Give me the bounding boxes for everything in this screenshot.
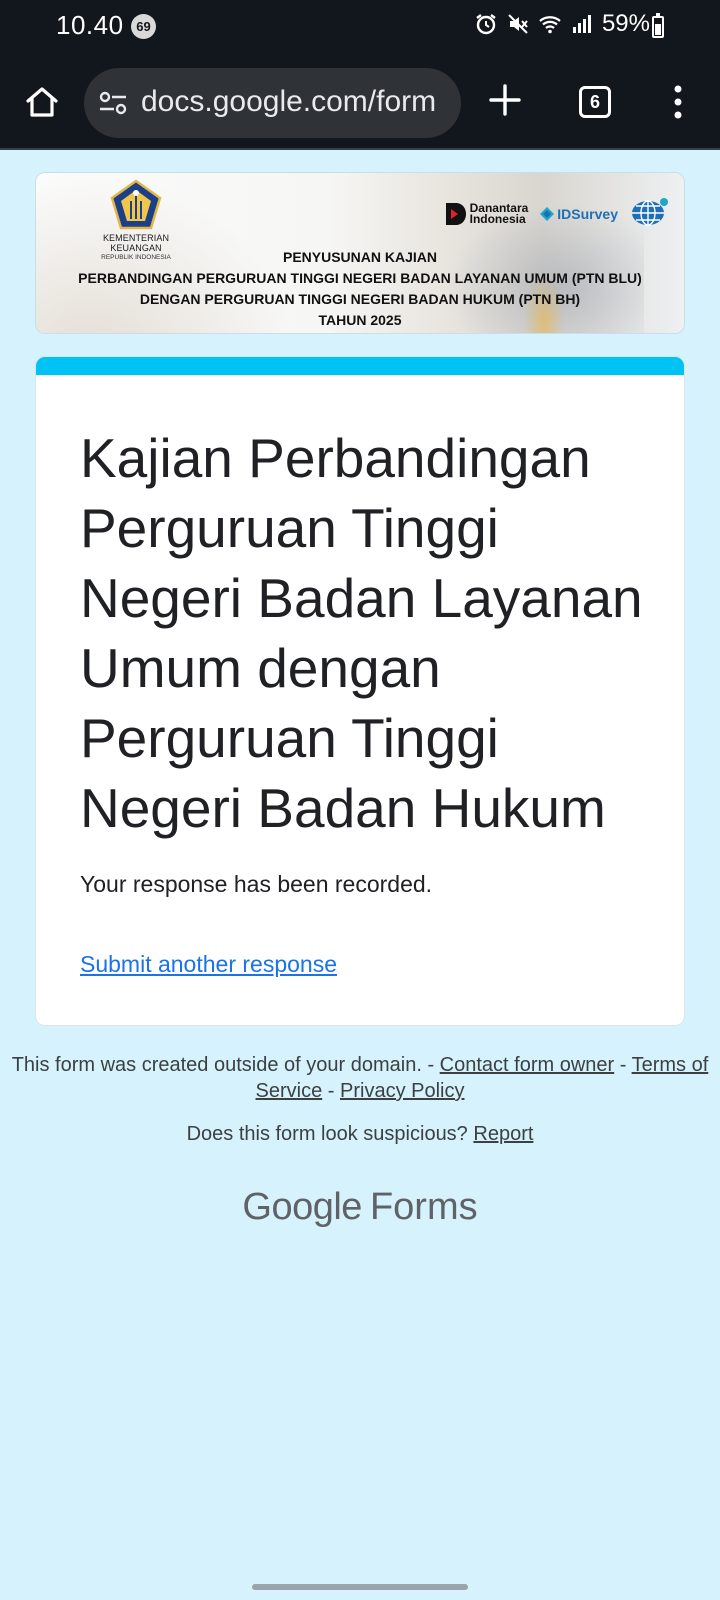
mute-icon xyxy=(508,14,528,34)
status-bar: 10.40 69 59% xyxy=(0,0,720,52)
battery-percent: 59% xyxy=(601,10,650,37)
status-time: 10.40 xyxy=(56,10,124,40)
battery-icon xyxy=(652,13,664,38)
danantara-logo: Danantara Indonesia xyxy=(445,202,528,226)
browser-toolbar: docs.google.com/form 6 xyxy=(0,52,720,150)
partner-logos: Danantara Indonesia IDSurvey xyxy=(445,197,670,231)
report-link[interactable]: Report xyxy=(473,1123,533,1145)
card-accent-bar xyxy=(36,357,684,375)
contact-owner-link[interactable]: Contact form owner xyxy=(440,1054,615,1076)
footer-separator: - xyxy=(322,1080,340,1102)
created-outside-text: This form was created outside of your do… xyxy=(11,1054,440,1076)
banner-line-1: PENYUSUNAN KAJIAN xyxy=(282,249,438,265)
response-recorded-message: Your response has been recorded. xyxy=(80,871,433,897)
submit-another-response-link[interactable]: Submit another response xyxy=(80,951,337,978)
gesture-navigation-bar[interactable] xyxy=(252,1584,468,1590)
banner-line-4: TAHUN 2025 xyxy=(318,312,402,328)
idsurvey-text: IDSurvey xyxy=(557,206,618,222)
footer-separator: - xyxy=(614,1054,632,1076)
danantara-line2: Indonesia xyxy=(469,212,526,226)
banner-line-3: DENGAN PERGURUAN TINGGI NEGERI BADAN HUK… xyxy=(139,291,581,307)
brand-forms: Forms xyxy=(369,1186,478,1228)
brand-google: Google xyxy=(242,1186,362,1228)
url-bar[interactable]: docs.google.com/form xyxy=(84,68,461,138)
idsurvey-logo: IDSurvey xyxy=(540,206,618,222)
suspicious-form-notice: Does this form look suspicious? Report xyxy=(0,1123,720,1146)
signal-icon xyxy=(572,15,591,33)
status-icons: 59% xyxy=(474,10,650,38)
form-footer: This form was created outside of your do… xyxy=(0,1052,720,1104)
confirmation-card: Kajian Perbandingan Perguruan Tinggi Neg… xyxy=(35,356,685,1026)
alarm-icon xyxy=(476,14,496,35)
tabs-button[interactable]: 6 xyxy=(579,86,611,118)
more-menu-icon[interactable] xyxy=(672,85,684,119)
banner-title: PENYUSUNAN KAJIAN PERBANDINGAN PERGURUAN… xyxy=(36,247,684,331)
form-header-banner: KEMENTERIAN KEUANGAN REPUBLIK INDONESIA … xyxy=(35,172,685,334)
suspicious-text: Does this form look suspicious? xyxy=(186,1123,474,1145)
wifi-icon xyxy=(539,16,561,34)
tab-count: 6 xyxy=(589,91,600,112)
ministry-emblem-icon xyxy=(110,179,162,230)
url-text: docs.google.com/form xyxy=(141,85,437,118)
danantara-mark-icon xyxy=(445,203,466,225)
globe-logo-icon xyxy=(632,198,668,226)
banner-line-2: PERBANDINGAN PERGURUAN TINGGI NEGERI BAD… xyxy=(78,270,642,286)
privacy-link[interactable]: Privacy Policy xyxy=(340,1080,464,1102)
form-title: Kajian Perbandingan Perguruan Tinggi Neg… xyxy=(80,427,643,839)
new-tab-icon[interactable] xyxy=(487,82,523,118)
idsurvey-mark-icon xyxy=(540,207,555,221)
site-settings-icon[interactable] xyxy=(98,89,128,117)
google-forms-logo[interactable]: Google Forms xyxy=(0,1186,720,1229)
notification-count-badge: 69 xyxy=(131,14,156,39)
home-icon[interactable] xyxy=(22,82,62,122)
